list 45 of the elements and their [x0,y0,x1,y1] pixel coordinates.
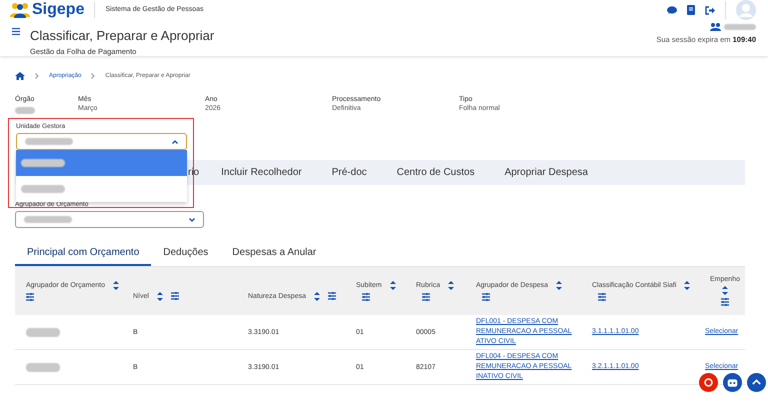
chevron-icon [91,73,96,79]
chevron-icon [35,73,39,79]
redacted-value [25,138,73,145]
sort-icon[interactable] [113,281,119,290]
book-icon[interactable] [687,5,695,15]
filter-icon[interactable] [362,293,370,301]
tab[interactable]: Deduções [151,244,220,266]
people-icon [10,2,30,18]
home-icon[interactable] [15,72,25,80]
select-field[interactable] [15,211,204,228]
menu-icon[interactable] [12,28,20,35]
filter-icon[interactable] [721,298,729,306]
step-tab[interactable]: Apropriar Despesa [504,167,588,178]
logout-icon[interactable] [705,6,715,14]
redacted-value [26,362,60,372]
filter-icon[interactable] [170,292,179,300]
sort-icon[interactable] [314,292,320,300]
step-tab[interactable]: Pré-doc [332,167,367,178]
sort-icon[interactable] [722,286,728,295]
page-title: Classificar, Preparar e Apropriar [30,28,214,43]
sort-icon[interactable] [448,281,454,290]
filter-icon[interactable] [26,293,34,301]
chevron-up-icon [172,140,178,144]
redacted-value [24,216,72,223]
step-tab[interactable]: Incluir Recolhedor [221,167,302,178]
scroll-top-icon[interactable] [747,373,766,392]
redacted-value [26,328,60,336]
step-tab[interactable]: Centro de Custos [396,167,475,178]
redacted-value [724,24,756,30]
sort-icon[interactable] [684,281,690,290]
filter-icon[interactable] [422,293,430,301]
tab[interactable]: Despesas a Anular [220,244,328,266]
filter-icon[interactable] [328,292,336,300]
logo-text: Sigepe [32,1,84,19]
filter-icon[interactable] [598,293,606,301]
robot-icon[interactable] [723,373,742,392]
chevron-down-icon [189,218,195,222]
sort-icon[interactable] [556,281,562,290]
sort-icon[interactable] [156,292,163,300]
sort-icon[interactable] [390,281,396,290]
users-icon [710,22,722,31]
select-field[interactable] [16,133,187,150]
chat-icon[interactable] [667,6,677,14]
redacted-value [15,107,35,114]
filter-icon[interactable] [482,293,490,301]
